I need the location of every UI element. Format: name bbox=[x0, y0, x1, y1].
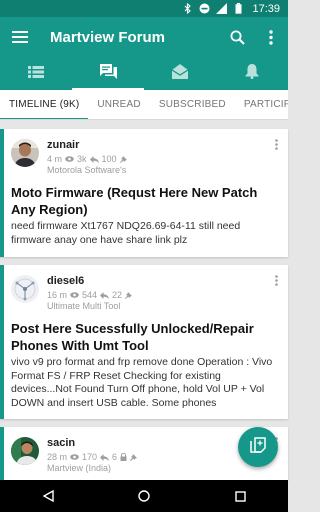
post-age: 16 m bbox=[47, 290, 68, 300]
list-icon bbox=[28, 65, 44, 83]
tab-notifications[interactable] bbox=[216, 57, 288, 90]
app-bar: Martview Forum bbox=[0, 17, 288, 57]
post-more-icon[interactable] bbox=[270, 275, 282, 289]
post-forum[interactable]: Martview (India) bbox=[47, 463, 137, 474]
avatar[interactable] bbox=[11, 275, 39, 303]
bluetooth-icon bbox=[182, 3, 193, 14]
post-forum[interactable]: Ultimate Multi Tool bbox=[47, 301, 132, 312]
post-replies: 100 bbox=[101, 154, 117, 164]
post-card[interactable]: diesel6 16 m 544 22 Ultimate Multi Tool … bbox=[0, 265, 288, 419]
views-icon bbox=[70, 454, 79, 460]
tab-forum[interactable] bbox=[72, 57, 144, 90]
pin-icon bbox=[130, 453, 138, 461]
post-username[interactable]: sacin bbox=[47, 437, 137, 450]
battery-icon bbox=[233, 3, 244, 14]
lock-icon bbox=[120, 453, 127, 461]
post-forum[interactable]: Motorola Software's bbox=[47, 165, 127, 176]
open-mail-icon bbox=[171, 63, 189, 84]
tab-list[interactable] bbox=[0, 57, 72, 90]
bell-icon bbox=[245, 63, 259, 84]
avatar[interactable] bbox=[11, 437, 39, 465]
post-username[interactable]: diesel6 bbox=[47, 275, 132, 288]
replies-icon bbox=[100, 453, 110, 461]
back-icon[interactable] bbox=[28, 480, 68, 512]
views-icon bbox=[65, 156, 74, 162]
post-excerpt: vivo v9 pro format and frp remove done O… bbox=[11, 356, 273, 409]
tab-subscribed[interactable]: SUBSCRIBED bbox=[150, 90, 235, 119]
signal-icon bbox=[216, 3, 228, 14]
do-not-disturb-icon bbox=[199, 3, 210, 14]
post-views: 3k bbox=[77, 154, 87, 164]
tab-messages[interactable] bbox=[144, 57, 216, 90]
post-stats: 28 m 170 6 bbox=[47, 451, 138, 463]
app-title: Martview Forum bbox=[50, 28, 166, 46]
post-age: 28 m bbox=[47, 452, 68, 462]
post-title[interactable]: Moto Firmware (Requst Here New Patch Any… bbox=[4, 184, 288, 218]
post-excerpt: need firmware Xt1767 NDQ26.69-64-11 stil… bbox=[11, 220, 241, 246]
post-title[interactable]: Post Here Sucessfully Unlocked/Repair Ph… bbox=[4, 320, 288, 354]
tab-timeline[interactable]: TIMELINE (9K) bbox=[0, 90, 89, 119]
pin-icon bbox=[119, 155, 127, 163]
post-replies: 6 bbox=[112, 452, 118, 462]
post-views: 170 bbox=[82, 452, 98, 462]
avatar[interactable] bbox=[11, 139, 39, 167]
replies-icon bbox=[89, 155, 99, 163]
views-icon bbox=[70, 292, 79, 298]
text-tab-bar: TIMELINE (9K) UNREAD SUBSCRIBED PARTICIP… bbox=[0, 90, 288, 120]
recents-icon[interactable] bbox=[220, 480, 260, 512]
pin-icon bbox=[125, 291, 133, 299]
tab-participated[interactable]: PARTICIPATED bbox=[235, 90, 288, 119]
home-icon[interactable] bbox=[124, 480, 164, 512]
replies-icon bbox=[100, 291, 110, 299]
post-stats: 4 m 3k 100 bbox=[47, 153, 127, 165]
clock: 17:39 bbox=[252, 2, 280, 15]
post-replies: 22 bbox=[112, 290, 123, 300]
post-stats: 16 m 544 22 bbox=[47, 289, 133, 301]
post-username[interactable]: zunair bbox=[47, 139, 127, 152]
search-icon[interactable] bbox=[220, 17, 254, 57]
status-bar: 17:39 bbox=[0, 0, 288, 17]
tab-unread[interactable]: UNREAD bbox=[88, 90, 149, 119]
new-post-button[interactable] bbox=[238, 427, 278, 467]
post-age: 4 m bbox=[47, 154, 63, 164]
forum-chat-icon bbox=[99, 63, 117, 84]
system-nav-bar bbox=[0, 480, 288, 512]
post-card[interactable]: zunair 4 m 3k 100 Motorola Software's Mo… bbox=[0, 129, 288, 257]
icon-tab-bar bbox=[0, 57, 288, 90]
post-views: 544 bbox=[82, 290, 98, 300]
hamburger-menu-icon[interactable] bbox=[0, 17, 40, 57]
more-vertical-icon[interactable] bbox=[254, 17, 288, 57]
new-post-icon bbox=[250, 436, 266, 458]
post-more-icon[interactable] bbox=[270, 139, 282, 153]
